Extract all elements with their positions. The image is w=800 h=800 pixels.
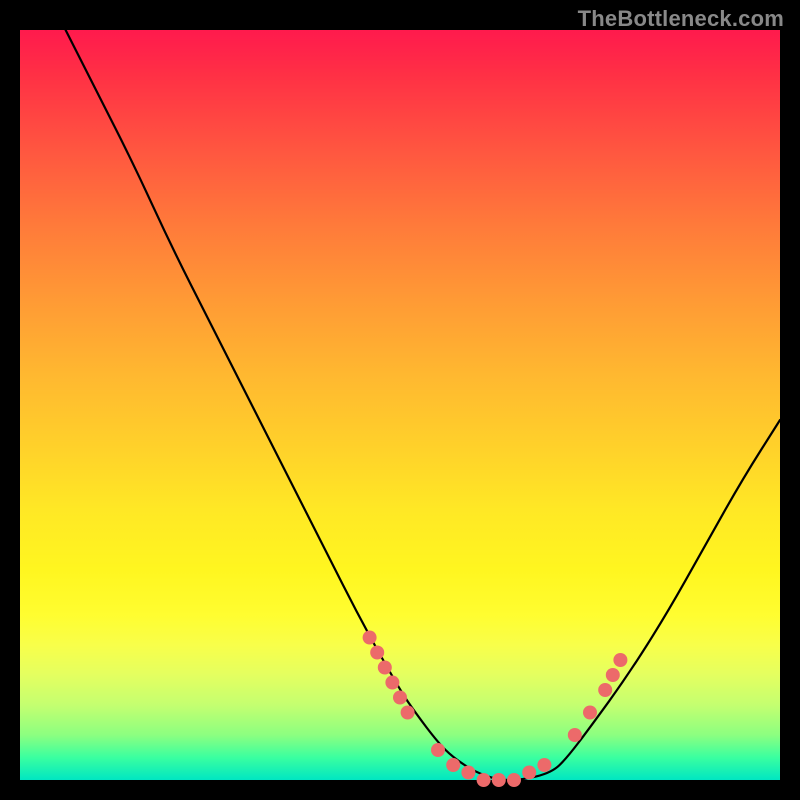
highlight-dots [363, 631, 628, 788]
highlight-dot [522, 766, 536, 780]
highlight-dot [393, 691, 407, 705]
highlight-dot [370, 646, 384, 660]
highlight-dot [583, 706, 597, 720]
highlight-dot [537, 758, 551, 772]
highlight-dot [492, 773, 506, 787]
highlight-dot [477, 773, 491, 787]
highlight-dot [606, 668, 620, 682]
chart-svg [20, 30, 780, 780]
highlight-dot [507, 773, 521, 787]
highlight-dot [598, 683, 612, 697]
highlight-dot [363, 631, 377, 645]
highlight-dot [378, 661, 392, 675]
highlight-dot [431, 743, 445, 757]
highlight-dot [613, 653, 627, 667]
plot-area [20, 30, 780, 780]
bottleneck-curve [66, 30, 780, 780]
highlight-dot [401, 706, 415, 720]
highlight-dot [568, 728, 582, 742]
highlight-dot [385, 676, 399, 690]
watermark-text: TheBottleneck.com [578, 6, 784, 32]
highlight-dot [446, 758, 460, 772]
chart-frame: TheBottleneck.com [0, 0, 800, 800]
highlight-dot [461, 766, 475, 780]
